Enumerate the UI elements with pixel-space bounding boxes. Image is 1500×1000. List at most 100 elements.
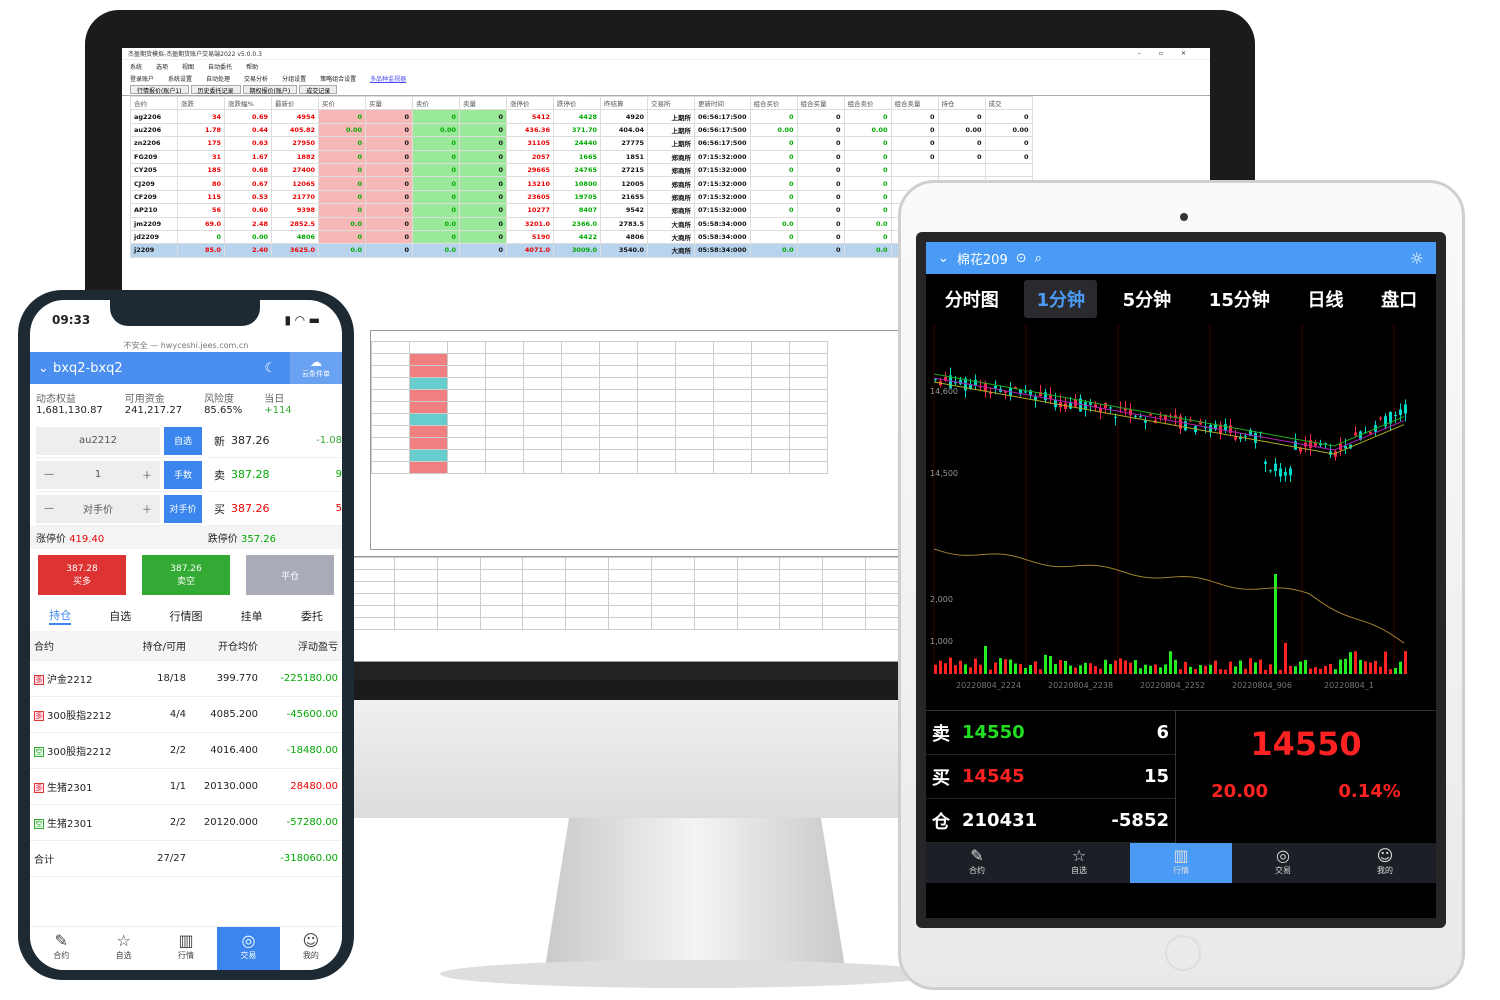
nav-item-star[interactable]: ☆ 自选 [1028,843,1130,883]
price-stepper[interactable]: — 对手价 ＋ [36,494,160,523]
period-tab[interactable]: 分时图 [933,280,1011,318]
column-header[interactable]: 跌停价 [553,95,601,111]
column-header[interactable]: 更新时间 [694,95,751,111]
nav-item-trade[interactable]: ◎ 交易 [217,927,280,970]
position-row[interactable]: 多沪金2212 18/18 399.770 -225180.00 [30,661,342,697]
lots-button[interactable]: 手数 [164,460,202,489]
table-row[interactable]: zn2206 175 0.63 27950 0 0 0 0 31105 24440 27775 上期所… [130,136,1033,151]
close-position-button[interactable]: 平仓 [246,555,334,595]
table-row[interactable] [371,425,828,438]
table-row[interactable]: ag2206 34 0.69 4954 0 0 0 0 5412 4428 4920 上期所 06:56… [130,109,1033,124]
select-button[interactable]: 自选 [164,426,202,455]
home-button[interactable] [1165,935,1201,971]
phone-tab[interactable]: 委托 [301,608,323,624]
minus-icon[interactable]: — [44,503,54,514]
position-row[interactable]: 多 300股指2212 4/4 4085.200 -45600.00 [30,697,342,733]
desktop-tab[interactable]: 成交记录 [299,85,338,95]
column-header[interactable]: 交易所 [647,95,695,111]
column-header[interactable]: 卖量 [459,95,507,111]
table-row[interactable] [371,353,828,366]
table-row[interactable]: CY205 185 0.68 27400 0 0 0 0 29665 24765 27215 郑商所 0… [130,162,1033,178]
minus-icon[interactable]: — [44,469,54,480]
toolbar-button[interactable]: 登录账户 [130,74,154,83]
menu-item[interactable]: 帮助 [246,62,258,71]
column-header[interactable]: 最新价 [271,95,319,111]
price-mode[interactable]: 对手价 [83,501,113,516]
target-icon[interactable]: ⊙ [1016,251,1027,266]
plus-icon[interactable]: ＋ [142,467,152,482]
window-controls[interactable]: –▫✕ [1138,50,1204,57]
position-row[interactable]: 多生猪2301 1/1 20130.000 28480.00 [30,769,342,805]
column-header[interactable]: 涨停价 [506,95,554,111]
table-row[interactable] [371,437,828,450]
toolbar-button[interactable]: 多品种监视器 [370,74,406,83]
moon-icon[interactable]: ☾ [264,361,276,376]
phone-tab[interactable]: 挂单 [241,608,263,624]
period-tab[interactable]: 5分钟 [1111,280,1184,318]
url-bar[interactable]: 不安全 — hwyceshi.jees.com.cn [30,340,342,352]
toolbar-button[interactable]: 系统设置 [168,74,192,83]
contract-input[interactable]: au2212 [36,426,160,455]
chevron-down-icon[interactable]: ⌄ [38,361,53,376]
nav-item-chart[interactable]: ▥ 行情 [155,927,217,970]
nav-item-contract[interactable]: ✎ 合约 [30,927,92,970]
period-tab[interactable]: 15分钟 [1197,280,1282,318]
desktop-tab[interactable]: 行情报价(账户1) [130,85,189,95]
desktop-tab[interactable]: 期权报价(账户) [242,85,298,95]
table-row[interactable]: jd2209 0 0.00 4806 0 0 0 0 5190 4422 4806 大商所 05:58:… [130,229,1033,245]
period-tab[interactable]: 1分钟 [1024,280,1097,318]
table-row[interactable]: au2206 1.78 0.44 405.82 0.00 0 0.00 0 436.36 371.… [130,122,1033,138]
desktop-tab[interactable]: 历史委托记录 [190,85,241,95]
column-header[interactable]: 买价 [318,95,366,111]
column-header[interactable]: 组合卖价 [843,95,892,111]
period-tab[interactable]: 日线 [1296,280,1356,318]
column-header[interactable]: 组合买量 [796,95,845,111]
toolbar-button[interactable]: 自动处理 [206,74,230,83]
position-row[interactable]: 空 300股指2212 2/2 4016.400 -18480.00 [30,733,342,769]
column-header[interactable]: 涨跌幅% [224,95,272,111]
table-row[interactable]: FG209 31 1.67 1882 0 0 0 0 2057 1665 1851 郑商所 07:15:… [130,149,1033,164]
table-row[interactable]: jm2209 69.0 2.48 2852.5 0.0 0 0.0 0 3201.0 2366.0… [130,216,1033,231]
column-header[interactable]: 卖价 [412,95,460,111]
plus-icon[interactable]: ＋ [142,501,152,516]
nav-item-chart[interactable]: ▥ 行情 [1130,843,1232,883]
settings-icon[interactable]: ☼ [1410,249,1424,268]
menu-item[interactable]: 选项 [156,62,168,71]
buy-long-button[interactable]: 387.28 买多 [38,555,126,595]
cloud-order-button[interactable]: ☁ 云条件单 [290,352,342,384]
table-row[interactable]: AP210 56 0.60 9398 0 0 0 0 10277 8407 9542 郑商所 07:15… [130,203,1033,218]
menu-item[interactable]: 系统 [130,62,142,71]
column-header[interactable]: 涨跌 [177,95,225,111]
table-row[interactable] [371,413,828,426]
nav-item-user[interactable]: ☺ 我的 [280,927,342,970]
candlestick-chart[interactable]: 14,600 14,500 2,000 1,000 20220804_2224 20220… [926,324,1436,710]
table-row[interactable] [371,377,828,390]
sell-short-button[interactable]: 387.26 卖空 [142,555,230,595]
table-row[interactable]: j2209 85.0 2.40 3625.0 0.0 0 0.0 0 4071.0 3009.0 3… [130,243,1033,258]
nav-item-user[interactable]: ☺ 我的 [1334,843,1436,883]
column-header[interactable]: 组合买价 [749,95,798,111]
account-selector[interactable]: bxq2-bxq2 [53,361,123,376]
period-tab[interactable]: 盘口 [1369,280,1429,318]
table-row[interactable] [371,461,828,474]
column-header[interactable]: 买量 [365,95,413,111]
table-row[interactable]: CJ209 80 0.67 12065 0 0 0 0 13210 10800 12005 郑商所 07… [130,176,1033,191]
column-header[interactable]: 合约 [130,95,178,111]
nav-item-star[interactable]: ☆ 自选 [92,927,154,970]
nav-item-trade[interactable]: ◎ 交易 [1232,843,1334,883]
nav-item-contract[interactable]: ✎ 合约 [926,843,1028,883]
column-header[interactable]: 昨结算 [600,95,648,111]
menu-item[interactable]: 自动委托 [208,62,232,71]
phone-tab[interactable]: 行情图 [169,608,202,624]
toolbar-button[interactable]: 交易分析 [244,74,268,83]
search-icon[interactable]: ⌕ [1035,251,1042,266]
phone-tab[interactable]: 自选 [109,608,131,624]
table-row[interactable] [371,389,828,402]
chevron-down-icon[interactable]: ⌄ [938,251,949,266]
table-row[interactable] [371,365,828,378]
symbol-selector[interactable]: 棉花209 [957,249,1008,268]
qty-stepper[interactable]: — 1 ＋ [36,460,160,489]
table-row[interactable]: CF209 115 0.53 21770 0 0 0 0 23605 19705 21655 郑商所 0… [130,189,1033,205]
phone-tab[interactable]: 持仓 [49,607,72,625]
qty-value[interactable]: 1 [95,469,101,480]
